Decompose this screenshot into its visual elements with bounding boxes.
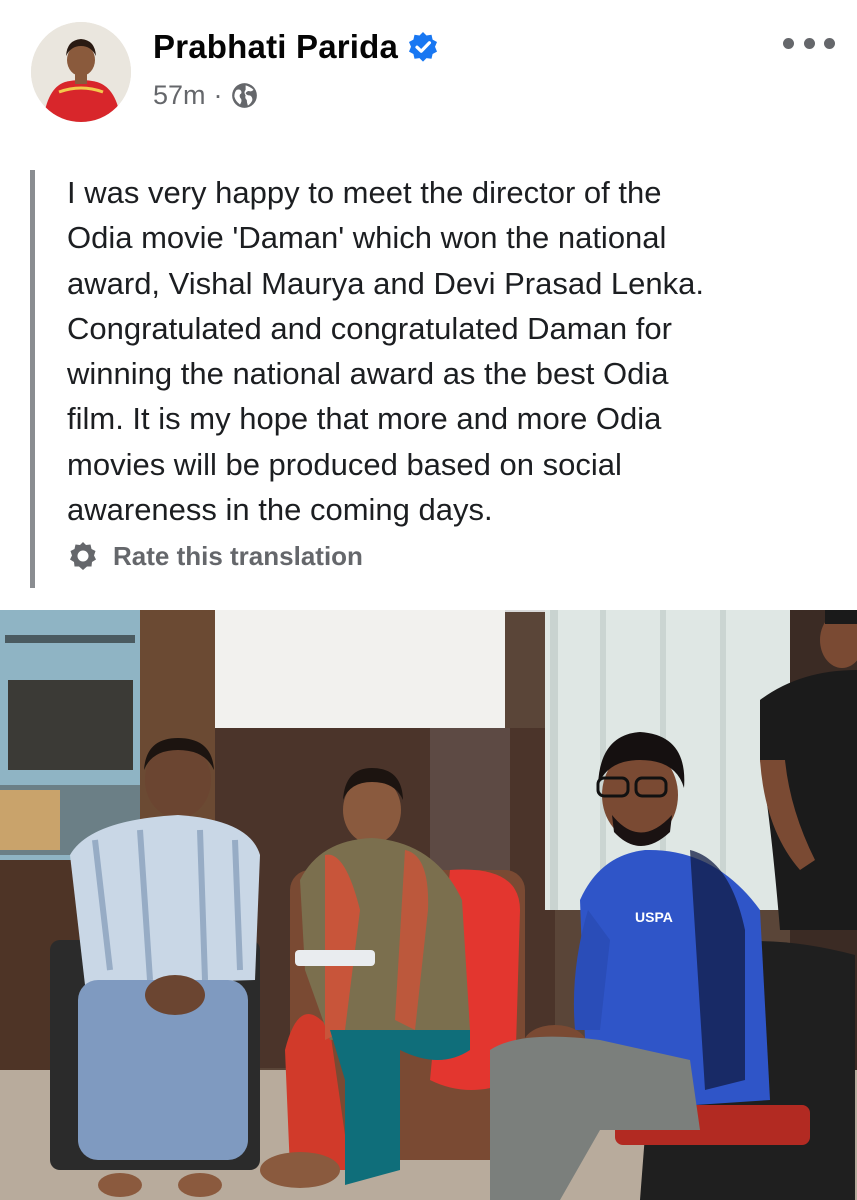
- shirt-logo-text: USPA: [635, 909, 673, 925]
- author-name-text[interactable]: Prabhati Parida: [153, 28, 398, 66]
- translated-post-body: I was very happy to meet the director of…: [30, 170, 835, 588]
- post-text: I was very happy to meet the director of…: [67, 170, 837, 532]
- avatar[interactable]: [31, 22, 131, 122]
- post-text-line: award, Vishal Maurya and Devi Prasad Len…: [67, 265, 704, 301]
- rate-translation-button[interactable]: Rate this translation: [67, 540, 363, 572]
- post-text-line: movies will be produced based on social: [67, 446, 622, 482]
- post-text-line: Odia movie 'Daman' which won the nationa…: [67, 220, 667, 256]
- post-photo[interactable]: USPA: [0, 610, 857, 1200]
- more-options-icon[interactable]: [783, 33, 835, 53]
- verified-badge-icon: [407, 31, 439, 63]
- post-text-line: I was very happy to meet the director of…: [67, 175, 662, 210]
- post-time[interactable]: 57m: [153, 80, 206, 111]
- post-text-line: Congratulated and congratulated Daman fo…: [67, 310, 672, 346]
- gear-icon: [67, 540, 99, 572]
- post-text-line: winning the national award as the best O…: [67, 356, 669, 392]
- post-meta: 57m ·: [153, 80, 258, 111]
- author-name[interactable]: Prabhati Parida: [153, 28, 439, 66]
- post-text-line: film. It is my hope that more and more O…: [67, 401, 662, 437]
- post-text-line: awareness in the coming days.: [67, 492, 493, 528]
- post-header: Prabhati Parida 57m ·: [0, 0, 857, 140]
- meta-separator: ·: [213, 80, 223, 110]
- rate-translation-label[interactable]: Rate this translation: [113, 541, 363, 572]
- globe-icon: [231, 82, 258, 109]
